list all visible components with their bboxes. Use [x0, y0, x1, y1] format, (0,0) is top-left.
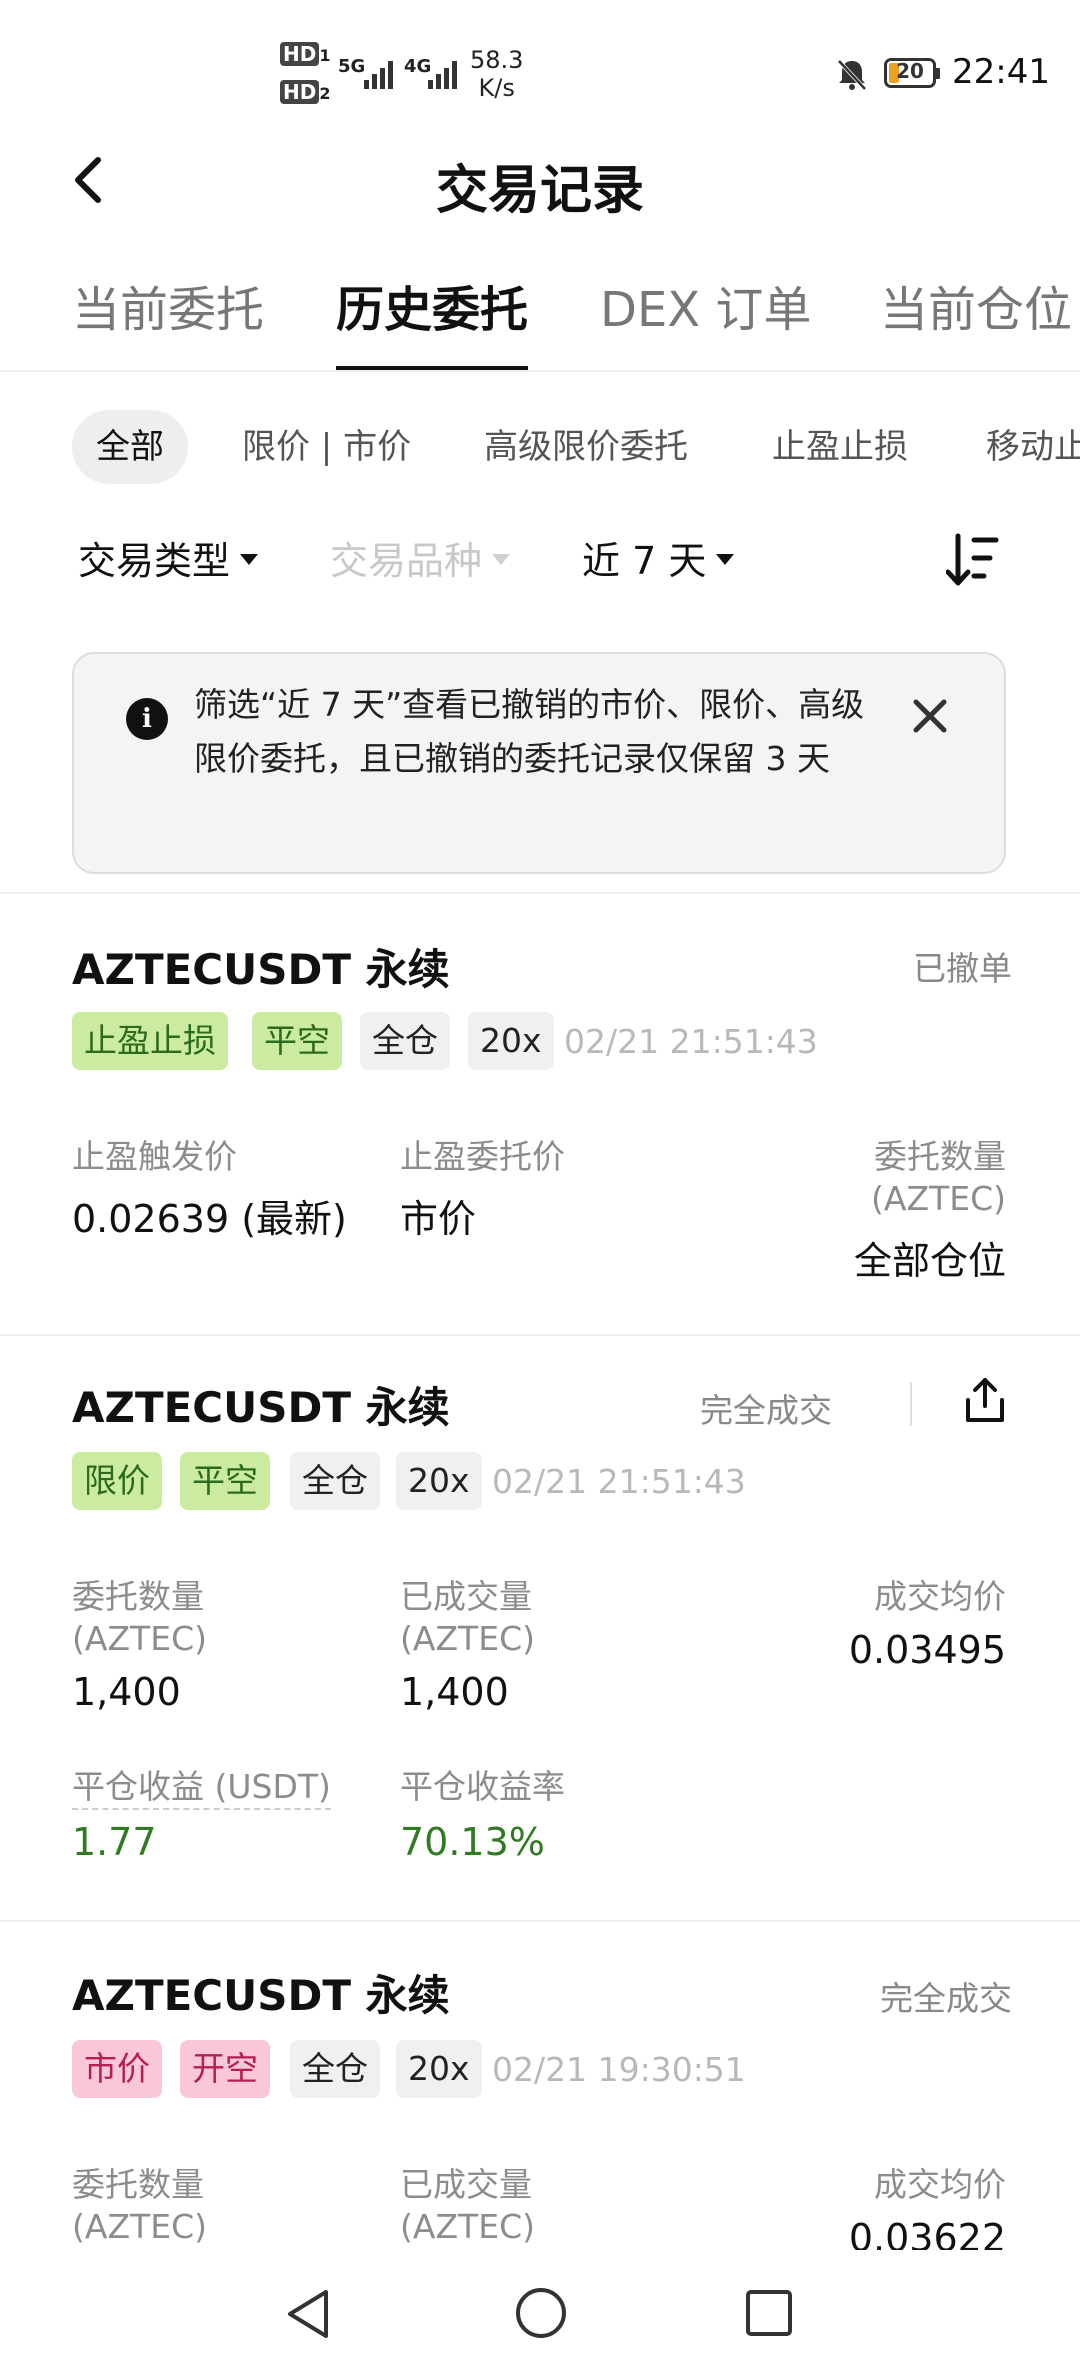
- nav-back-icon[interactable]: [282, 2286, 334, 2342]
- order-time: 02/21 21:51:43: [564, 1022, 818, 1061]
- battery-icon: 20: [884, 58, 940, 88]
- caret-down-icon: [716, 554, 735, 565]
- tabs-divider: [0, 370, 1080, 372]
- section-divider: [0, 892, 1080, 894]
- tag-order-type: 止盈止损: [72, 1012, 228, 1070]
- system-nav-bar: [0, 2250, 1080, 2376]
- order-qty-label: 委托数量 (AZTEC): [72, 1577, 207, 1658]
- hd1-indicator: HD 1: [280, 42, 330, 66]
- period-filter[interactable]: 近 7 天: [582, 530, 735, 585]
- hd2-indicator: HD 2: [280, 80, 330, 104]
- order-status: 完全成交: [880, 1979, 1012, 2018]
- tab-order-history[interactable]: 历史委托: [336, 270, 528, 340]
- order-time: 02/21 19:30:51: [492, 2050, 746, 2089]
- avg-price-label: 成交均价: [874, 1577, 1006, 1616]
- order-tags: 限价 平空 全仓 20x 02/21 21:51:43: [0, 1452, 1080, 1512]
- close-pnl-rate-label: 平仓收益率: [400, 1767, 565, 1806]
- tp-order-price-value: 市价: [400, 1197, 477, 1241]
- nav-recents-icon[interactable]: [744, 2288, 794, 2338]
- instrument-filter: 交易品种: [330, 530, 511, 585]
- caret-down-icon: [492, 554, 511, 565]
- order-status: 完全成交: [700, 1391, 832, 1430]
- status-separator: [910, 1382, 912, 1426]
- order-symbol[interactable]: AZTECUSDT 永续: [72, 936, 450, 997]
- tag-side: 平空: [252, 1012, 342, 1070]
- tp-trigger-price-label: 止盈触发价: [72, 1137, 237, 1176]
- filled-qty-label: 已成交量 (AZTEC): [400, 2165, 535, 2246]
- avg-price-label: 成交均价: [874, 2165, 1006, 2204]
- page-title: 交易记录: [435, 161, 644, 221]
- card-divider: [0, 1334, 1080, 1336]
- sort-icon[interactable]: [946, 532, 1000, 588]
- tp-order-price-label: 止盈委托价: [400, 1137, 565, 1176]
- order-time: 02/21 21:51:43: [492, 1462, 746, 1501]
- filter-row: 交易类型 交易品种 近 7 天: [0, 530, 1080, 600]
- close-icon[interactable]: [906, 692, 954, 740]
- order-tags: 止盈止损 平空 全仓 20x 02/21 21:51:43: [0, 1012, 1080, 1072]
- filled-qty-value: 1,400: [400, 1670, 509, 1714]
- close-pnl-value: 1.77: [72, 1820, 157, 1864]
- tag-side: 平空: [180, 1452, 270, 1510]
- card-divider: [0, 1920, 1080, 1922]
- chip-limit-market[interactable]: 限价 | 市价: [242, 410, 411, 484]
- share-icon[interactable]: [960, 1376, 1010, 1426]
- tag-margin-mode: 全仓: [360, 1012, 450, 1070]
- order-symbol[interactable]: AZTECUSDT 永续: [72, 1962, 450, 2023]
- filled-qty-label: 已成交量 (AZTEC): [400, 1577, 535, 1658]
- trade-type-filter[interactable]: 交易类型: [78, 530, 259, 585]
- tab-dex-orders[interactable]: DEX 订单: [600, 270, 811, 340]
- tag-order-type: 限价: [72, 1452, 162, 1510]
- signal-icon: [364, 61, 393, 89]
- order-qty-value: 1,400: [72, 1670, 181, 1714]
- chip-all[interactable]: 全部: [72, 410, 188, 484]
- chip-trailing[interactable]: 移动止: [986, 410, 1080, 484]
- mute-bell-icon: [837, 59, 867, 91]
- info-banner-text: 筛选“近 7 天”查看已撤销的市价、限价、高级限价委托，且已撤销的委托记录仅保留…: [194, 685, 865, 778]
- close-pnl-label[interactable]: 平仓收益 (USDT): [72, 1766, 331, 1810]
- tag-leverage: 20x: [396, 2040, 482, 2098]
- tp-trigger-price-value: 0.02639 (最新): [72, 1197, 347, 1241]
- signal-icon-2: [428, 61, 457, 89]
- tag-order-type: 市价: [72, 2040, 162, 2098]
- order-qty-label: 委托数量 (AZTEC): [871, 1137, 1006, 1218]
- chip-tp-sl[interactable]: 止盈止损: [772, 410, 908, 484]
- tab-current-positions[interactable]: 当前仓位: [880, 270, 1072, 340]
- nav-home-icon[interactable]: [514, 2286, 568, 2340]
- order-tags: 市价 开空 全仓 20x 02/21 19:30:51: [0, 2040, 1080, 2100]
- caret-down-icon: [240, 554, 259, 565]
- tag-side: 开空: [180, 2040, 270, 2098]
- info-icon: i: [126, 698, 168, 740]
- close-pnl-rate-value: 70.13%: [400, 1820, 545, 1864]
- info-banner: i 筛选“近 7 天”查看已撤销的市价、限价、高级限价委托，且已撤销的委托记录仅…: [72, 652, 1006, 874]
- tag-margin-mode: 全仓: [290, 1452, 380, 1510]
- chip-advanced-limit[interactable]: 高级限价委托: [484, 410, 688, 484]
- order-type-chips: 全部 限价 | 市价 高级限价委托 止盈止损 移动止: [0, 410, 1080, 490]
- clock: 22:41: [952, 52, 1050, 92]
- tab-current-orders[interactable]: 当前委托: [72, 270, 264, 340]
- order-qty-label: 委托数量 (AZTEC): [72, 2165, 207, 2246]
- tag-leverage: 20x: [396, 1452, 482, 1510]
- network-speed: 58.3 K/s: [470, 46, 524, 102]
- tag-margin-mode: 全仓: [290, 2040, 380, 2098]
- order-qty-value: 全部仓位: [853, 1239, 1006, 1283]
- status-bar: HD 1 HD 2 5G 4G 58.3 K/s 20 22:41: [0, 0, 1080, 150]
- avg-price-value: 0.03495: [848, 1628, 1006, 1672]
- order-symbol[interactable]: AZTECUSDT 永续: [72, 1374, 450, 1435]
- order-tabs: 当前委托 历史委托 DEX 订单 当前仓位: [0, 270, 1080, 372]
- tag-leverage: 20x: [468, 1012, 554, 1070]
- order-status: 已撤单: [913, 949, 1012, 988]
